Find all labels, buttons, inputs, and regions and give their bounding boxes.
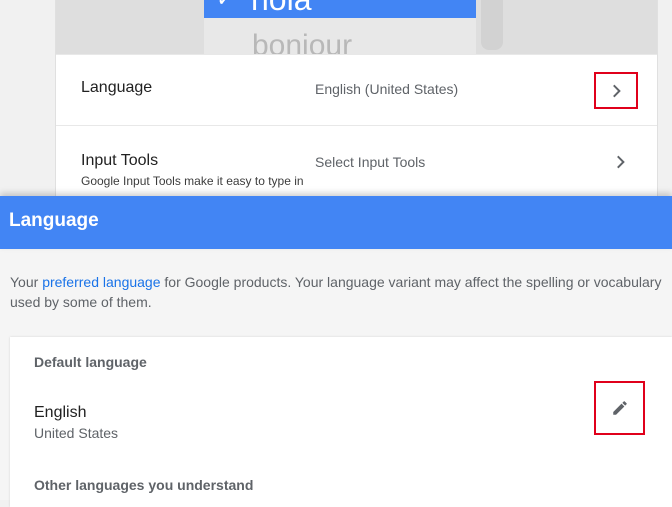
default-language-label: Default language — [34, 354, 147, 370]
chevron-right-icon[interactable] — [612, 153, 630, 171]
illustration-phone: ✔ hola bonjour — [204, 0, 476, 54]
input-tools-row-title: Input Tools — [81, 152, 159, 169]
language-card: Default language English United States O… — [10, 337, 672, 507]
check-icon: ✔ — [218, 0, 230, 8]
input-tools-row-value: Select Input Tools — [315, 154, 426, 170]
preferred-language-link[interactable]: preferred language — [42, 274, 160, 290]
pencil-icon — [613, 401, 627, 415]
chevron-right-icon — [613, 84, 621, 98]
illustration-next-word: bonjour — [252, 29, 353, 55]
language-chevron-button[interactable] — [594, 72, 638, 109]
default-language-region: United States — [34, 425, 119, 441]
language-panel: Language Your preferred language for Goo… — [0, 196, 672, 507]
panel-title: Language — [9, 210, 99, 231]
language-row-title: Language — [81, 79, 153, 96]
settings-card: ✔ hola bonjour Language English (United … — [55, 0, 658, 196]
panel-header: Language — [0, 196, 672, 249]
other-languages-label: Other languages you understand — [34, 477, 254, 493]
input-tools-setting-row[interactable]: Input Tools Select Input Tools Google In… — [56, 126, 657, 196]
settings-background: ✔ hola bonjour Language English (United … — [0, 0, 672, 196]
illustration-decoration — [481, 0, 503, 50]
edit-language-button[interactable] — [594, 381, 645, 435]
language-illustration: ✔ hola bonjour — [56, 0, 657, 54]
default-language-name: English — [34, 404, 87, 421]
panel-intro-text: Your preferred language for Google produ… — [10, 272, 670, 312]
language-row-value: English (United States) — [315, 81, 459, 97]
language-setting-row[interactable]: Language English (United States) — [56, 54, 657, 126]
illustration-selected-word: hola — [251, 0, 312, 16]
illustration-selected-bar: ✔ hola — [204, 0, 476, 18]
intro-prefix: Your — [10, 274, 43, 290]
input-tools-row-description: Google Input Tools make it easy to type … — [81, 174, 304, 188]
